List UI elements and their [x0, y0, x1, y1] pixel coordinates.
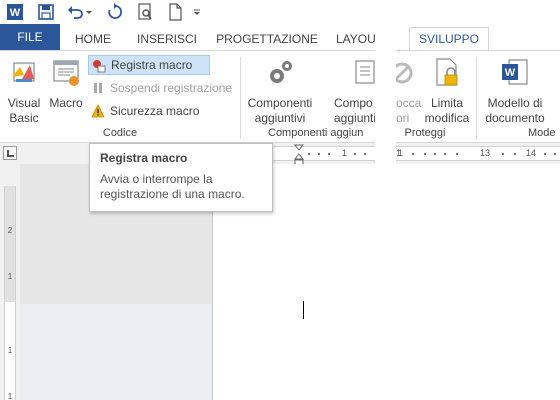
pause-recording-label: Sospendi registrazione — [110, 81, 233, 95]
document-background-lower — [20, 304, 212, 400]
document-template-label-2: documento — [485, 111, 545, 125]
tooltip-body-1: Avvia o interrompe la — [100, 172, 213, 186]
block-authors-label-1: occa — [396, 96, 422, 110]
lock-document-icon — [436, 58, 458, 86]
vertical-ruler-margin — [5, 186, 15, 302]
undo-icon[interactable] — [66, 3, 84, 21]
word-app-icon[interactable]: W — [6, 3, 24, 21]
macro-label: Macro — [49, 96, 83, 110]
indent-marker-icon[interactable] — [294, 144, 304, 166]
tab-home[interactable]: HOME — [68, 28, 118, 50]
addins-label-2: aggiuntivi — [254, 111, 306, 125]
record-macro-icon — [93, 60, 106, 73]
restrict-editing-button[interactable]: Limita modifica — [422, 57, 472, 126]
pause-icon — [94, 83, 102, 93]
ribbon-tabs: FILE HOME INSERISCI PROGETTAZIONE LAYOU … — [0, 24, 560, 50]
group-separator — [240, 57, 241, 139]
macro-button[interactable]: Macro — [46, 57, 86, 111]
undo-dropdown-icon[interactable] — [84, 3, 94, 21]
ruler-number: 13 — [480, 148, 491, 158]
print-preview-icon[interactable] — [136, 3, 154, 21]
record-macro-label: Registra macro — [111, 58, 193, 72]
visual-basic-button[interactable]: Visual Basic — [2, 57, 46, 126]
ruler-number: 1 — [342, 148, 348, 158]
tab-selector-button[interactable] — [3, 146, 17, 160]
restrict-editing-label-2: modifica — [424, 111, 470, 125]
com-addins-label-2: aggiuntivi — [334, 111, 385, 125]
vruler-number: 1 — [7, 346, 13, 355]
new-document-icon[interactable] — [166, 3, 184, 21]
com-addins-button[interactable]: Compo aggiuntivi — [334, 57, 385, 126]
gears-icon — [270, 61, 292, 83]
addins-group-label: Componenti aggiun — [268, 127, 364, 139]
group-separator-2 — [476, 57, 477, 139]
restrict-editing-label-1: Limita — [430, 96, 463, 110]
com-addins-label-1: Compo — [334, 96, 373, 110]
ribbon-panel: Visual Basic Macro Registra macro Sospen… — [0, 50, 560, 143]
word-template-icon: W — [502, 59, 528, 85]
addins-label-1: Componenti — [247, 96, 313, 110]
tooltip-title: Registra macro — [100, 151, 188, 165]
ruler-bar: 1 1 1 13 14 — [0, 143, 560, 166]
ruler-number: 14 — [526, 148, 537, 158]
ruler-number: 1 — [398, 148, 404, 158]
tab-design[interactable]: PROGETTAZIONE — [213, 28, 321, 50]
protect-group-label: Proteggi — [404, 127, 446, 139]
tooltip-body-2: registrazione di una macro. — [100, 187, 245, 201]
quick-access-toolbar: W — [0, 0, 560, 24]
vruler-number: 1 — [7, 272, 13, 281]
record-macro-button[interactable]: Registra macro — [88, 55, 210, 75]
code-group-label: Codice — [102, 127, 138, 139]
tab-developer[interactable]: SVILUPPO — [409, 27, 489, 50]
warning-icon — [91, 104, 105, 118]
pause-recording-button[interactable]: Sospendi registrazione — [88, 78, 238, 98]
templates-group-label: Mode — [528, 127, 556, 139]
block-authors-label-2: ori — [396, 111, 410, 125]
vruler-number: 1 — [7, 392, 13, 400]
visual-basic-label-1: Visual — [7, 96, 41, 110]
record-macro-tooltip: Registra macro Avvia o interrompe la reg… — [89, 143, 273, 212]
tab-file[interactable]: FILE — [0, 24, 60, 50]
visual-basic-icon — [12, 62, 35, 82]
macro-security-label: Sicurezza macro — [110, 104, 200, 118]
svg-text:W: W — [505, 67, 516, 79]
addins-button[interactable]: Componenti aggiuntivi — [244, 57, 316, 126]
svg-text:W: W — [10, 7, 21, 19]
text-cursor — [303, 301, 304, 319]
visual-basic-label-2: Basic — [9, 111, 39, 125]
vertical-ruler[interactable]: 2 1 1 1 — [4, 186, 16, 400]
macro-icon — [53, 60, 79, 86]
block-authors-button[interactable]: occa ori — [391, 57, 422, 126]
document-template-label-1: Modello di — [487, 96, 543, 110]
vruler-number: 2 — [7, 226, 13, 235]
document-template-button[interactable]: W Modello di documento — [482, 57, 548, 126]
redo-icon[interactable] — [106, 3, 124, 21]
tab-insert[interactable]: INSERISCI — [132, 28, 202, 50]
macro-security-button[interactable]: Sicurezza macro — [88, 101, 208, 121]
vertical-ruler-area: 2 1 1 1 — [0, 164, 20, 400]
customize-qat-icon[interactable] — [192, 3, 202, 21]
word-window: W FILE HOME INSERISCI PROGETTAZIONE LAYO… — [0, 0, 560, 400]
screenshot-seam — [375, 0, 396, 185]
save-icon[interactable] — [37, 3, 55, 21]
